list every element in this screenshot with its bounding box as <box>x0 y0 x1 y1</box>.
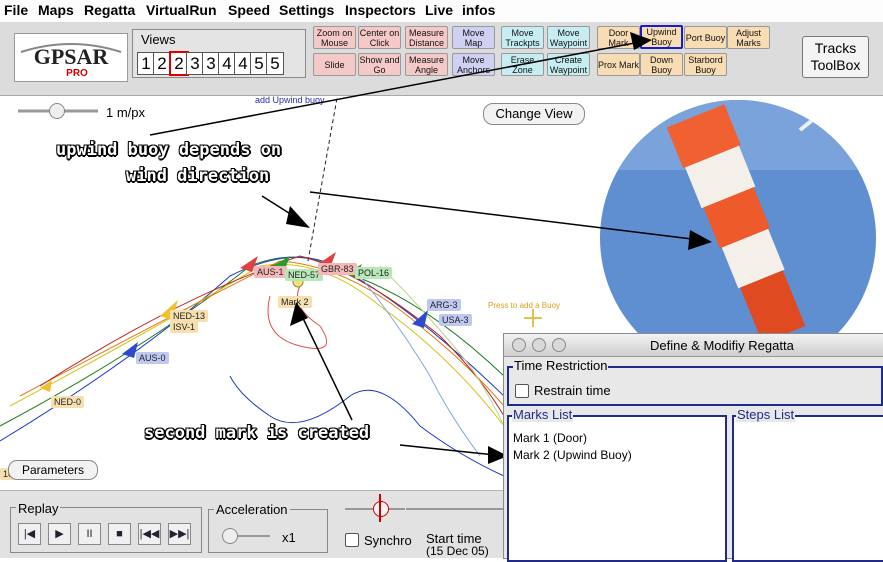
boat-label-ned0: NED-0 <box>51 396 85 408</box>
acceleration-slider-thumb[interactable] <box>222 528 238 544</box>
replay-stop-button[interactable]: ■ <box>108 523 131 545</box>
dialog-title: Define & Modifiy Regatta <box>650 338 794 353</box>
move-anchors-button[interactable]: Move Anchors <box>452 53 495 76</box>
menu-file[interactable]: File <box>4 2 28 18</box>
windsock-image <box>600 100 876 343</box>
callout-upwind-line2: wind direction <box>126 166 270 186</box>
synchro-checkbox[interactable] <box>345 533 359 547</box>
views-panel: Views 1 2 2 3 3 4 4 5 5 <box>132 29 306 78</box>
menu-speed[interactable]: Speed <box>228 2 270 18</box>
show-and-go-button[interactable]: Show and Go <box>358 53 401 76</box>
acceleration-title: Acceleration <box>214 502 290 517</box>
view-box-5b[interactable]: 5 <box>266 52 284 75</box>
menu-infos[interactable]: infos <box>462 2 495 18</box>
menu-live[interactable]: Live <box>425 2 453 18</box>
menu-settings[interactable]: Settings <box>279 2 334 18</box>
list-item[interactable]: Mark 1 (Door) <box>513 431 587 445</box>
restrain-time-checkbox[interactable] <box>515 384 529 398</box>
gpsar-logo: GPSAR PRO <box>14 33 128 82</box>
mark-2-label: Mark 2 <box>278 296 312 308</box>
bottom-panel: Replay |◀ ▶ II ■ |◀◀ ▶▶| Acceleration x1… <box>0 490 504 558</box>
regatta-dialog: Define & Modifiy Regatta Time Restrictio… <box>503 333 883 562</box>
boat-label-gbr83: GBR-83 <box>318 263 357 275</box>
menu-bar: File Maps Regatta VirtualRun Speed Setti… <box>0 0 883 23</box>
menu-virtualrun[interactable]: VirtualRun <box>146 2 217 18</box>
boat-label-isv1: ISV-1 <box>170 321 199 333</box>
acceleration-value: x1 <box>282 530 296 545</box>
callout-upwind-line1: upwind buoy depends on <box>56 140 282 160</box>
menu-inspectors[interactable]: Inspectors <box>345 2 416 18</box>
center-on-click-button[interactable]: Center on Click <box>358 26 401 49</box>
views-title: Views <box>141 32 176 47</box>
scale-slider-thumb[interactable] <box>49 103 65 119</box>
move-trackpts-button[interactable]: Move Trackpts <box>501 26 544 49</box>
logo-graphic: GPSAR PRO <box>20 43 122 79</box>
prox-mark-button[interactable]: Prox Mark <box>597 53 640 76</box>
logo-sub: PRO <box>66 68 88 79</box>
boat-label-pol16: POL-16 <box>355 267 393 279</box>
move-map-button[interactable]: Move Map <box>452 26 495 49</box>
menu-maps[interactable]: Maps <box>38 2 74 18</box>
close-icon[interactable] <box>512 338 526 352</box>
move-waypoint-button[interactable]: Move Waypoint <box>547 26 590 49</box>
tracks-toolbox-button[interactable]: Tracks ToolBox <box>802 36 869 78</box>
change-view-button[interactable]: Change View <box>483 103 585 125</box>
erase-zone-button[interactable]: Erase Zone <box>501 53 544 76</box>
replay-first-button[interactable]: |◀ <box>18 523 41 545</box>
zoom-icon[interactable] <box>552 338 566 352</box>
measure-angle-button[interactable]: Measure Angle <box>405 53 448 76</box>
callout-second-mark: second mark is created <box>144 423 370 443</box>
boat-label-aus1: AUS-1 <box>254 266 287 278</box>
adjust-marks-button[interactable]: Adjust Marks <box>727 26 770 49</box>
replay-play-button[interactable]: ▶ <box>48 523 71 545</box>
synchro-label: Synchro <box>364 533 412 548</box>
steps-list[interactable] <box>732 415 883 562</box>
replay-rewind-button[interactable]: |◀◀ <box>138 523 161 545</box>
create-waypoint-button[interactable]: Create Waypoint <box>547 53 590 76</box>
time-slider-marker <box>379 494 381 522</box>
list-item[interactable]: Mark 2 (Upwind Buoy) <box>513 448 632 462</box>
starboard-buoy-button[interactable]: Starbord Buoy <box>684 53 727 76</box>
press-to-add-hint: Press to add a Buoy <box>488 301 561 310</box>
start-date-label: (15 Dec 05) <box>426 544 489 558</box>
replay-title: Replay <box>16 501 61 516</box>
scale-label: 1 m/px <box>106 105 146 120</box>
boat-label-arg3: ARG-3 <box>427 299 461 311</box>
zoom-on-mouse-button[interactable]: Zoom on Mouse <box>313 26 356 49</box>
boat-label-usa3: USA-3 <box>439 314 472 326</box>
time-slider-track-right <box>406 508 504 510</box>
marks-list-title: Marks List <box>512 407 574 422</box>
menu-regatta[interactable]: Regatta <box>84 2 135 18</box>
door-mark-button[interactable]: Door Mark <box>597 26 640 49</box>
time-restriction-title: Time Restriction <box>513 358 609 373</box>
dialog-titlebar: Define & Modifiy Regatta <box>504 334 883 357</box>
upwind-buoy-button[interactable]: Upwind Buoy <box>640 25 683 49</box>
minimize-icon[interactable] <box>532 338 546 352</box>
replay-pause-button[interactable]: II <box>78 523 101 545</box>
time-slider-thumb[interactable] <box>373 501 389 517</box>
replay-forward-button[interactable]: ▶▶| <box>168 523 191 545</box>
measure-distance-button[interactable]: Measure Distance <box>405 26 448 49</box>
parameters-button[interactable]: Parameters <box>8 460 98 480</box>
down-buoy-button[interactable]: Down Buoy <box>640 53 683 76</box>
port-buoy-button[interactable]: Port Buoy <box>684 26 727 49</box>
logo-text: GPSAR <box>34 44 110 69</box>
steps-list-title: Steps List <box>736 407 796 422</box>
add-upwind-hint: add Upwind buoy <box>255 95 325 105</box>
slide-button[interactable]: Slide <box>313 53 356 76</box>
boat-label-aus0: AUS-0 <box>136 352 169 364</box>
toolbar: GPSAR PRO Views 1 2 2 3 3 4 4 5 5 Zoom o… <box>0 22 883 96</box>
restrain-time-label: Restrain time <box>534 383 611 398</box>
